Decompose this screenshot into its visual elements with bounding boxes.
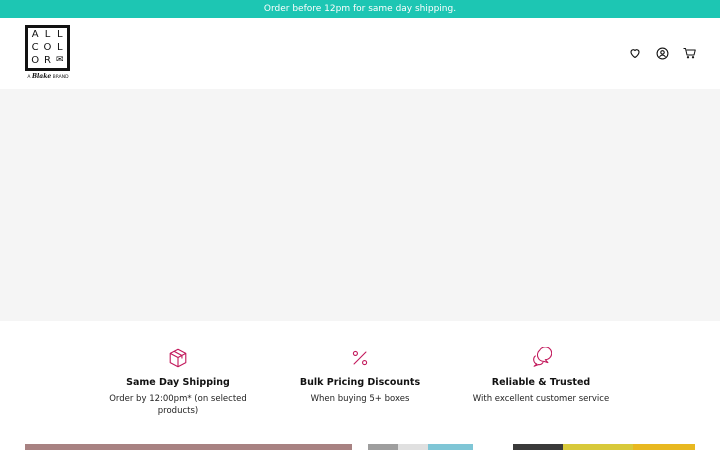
logo-brand-line: A Blake BRAND [25, 73, 71, 80]
feature-text: Order by 12:00pm* (on selected products) [109, 394, 247, 416]
feature-item: Same Day Shipping Order by 12:00pm* (on … [93, 347, 263, 417]
feature-text: With excellent customer service [472, 394, 610, 404]
color-swatch [428, 444, 473, 450]
feature-item: Reliable & Trusted With excellent custom… [456, 347, 626, 405]
brand-suffix: BRAND [52, 75, 69, 80]
logo-mark: A L L C O L O R ✉ [25, 25, 70, 71]
product-card-image-left[interactable] [25, 444, 352, 450]
color-swatch [513, 444, 563, 450]
header-actions [628, 46, 696, 60]
product-card-image-right[interactable] [368, 444, 695, 450]
logo-letter: L [57, 41, 63, 53]
envelope-icon: ✉ [56, 55, 64, 66]
brand-prefix: A [27, 75, 31, 80]
logo-letter: L [44, 29, 51, 41]
color-swatch [398, 444, 428, 450]
chat-icon [533, 347, 552, 367]
cart-icon[interactable] [682, 46, 696, 60]
color-swatch [473, 444, 513, 450]
logo-letter: O [31, 54, 40, 66]
announcement-bar: Order before 12pm for same day shipping. [0, 0, 720, 18]
feature-item: Bulk Pricing Discounts When buying 5+ bo… [275, 347, 445, 405]
logo-letter: A [31, 29, 39, 41]
feature-title: Reliable & Trusted [491, 377, 591, 388]
feature-title: Same Day Shipping [126, 377, 230, 388]
color-swatch [633, 444, 695, 450]
feature-text: When buying 5+ boxes [310, 394, 410, 404]
announcement-text: Order before 12pm for same day shipping. [263, 4, 457, 14]
logo-letter: R [44, 54, 51, 66]
logo-letter: L [57, 29, 63, 41]
logo[interactable]: A L L C O L O R ✉ A Blake BRAND [25, 25, 71, 83]
hero-banner[interactable] [0, 89, 720, 321]
site-header: A L L C O L O R ✉ A Blake BRAND [0, 18, 720, 89]
brand-name: Blake [31, 73, 52, 80]
color-swatch [368, 444, 398, 450]
box-icon [169, 348, 187, 368]
percent-icon [352, 350, 368, 366]
color-swatch [563, 444, 633, 450]
feature-row: Same Day Shipping Order by 12:00pm* (on … [0, 321, 720, 441]
heart-icon[interactable] [628, 46, 642, 60]
feature-title: Bulk Pricing Discounts [299, 377, 421, 388]
logo-letter: O [43, 41, 52, 53]
user-icon[interactable] [655, 46, 669, 60]
logo-letter: C [31, 41, 39, 53]
